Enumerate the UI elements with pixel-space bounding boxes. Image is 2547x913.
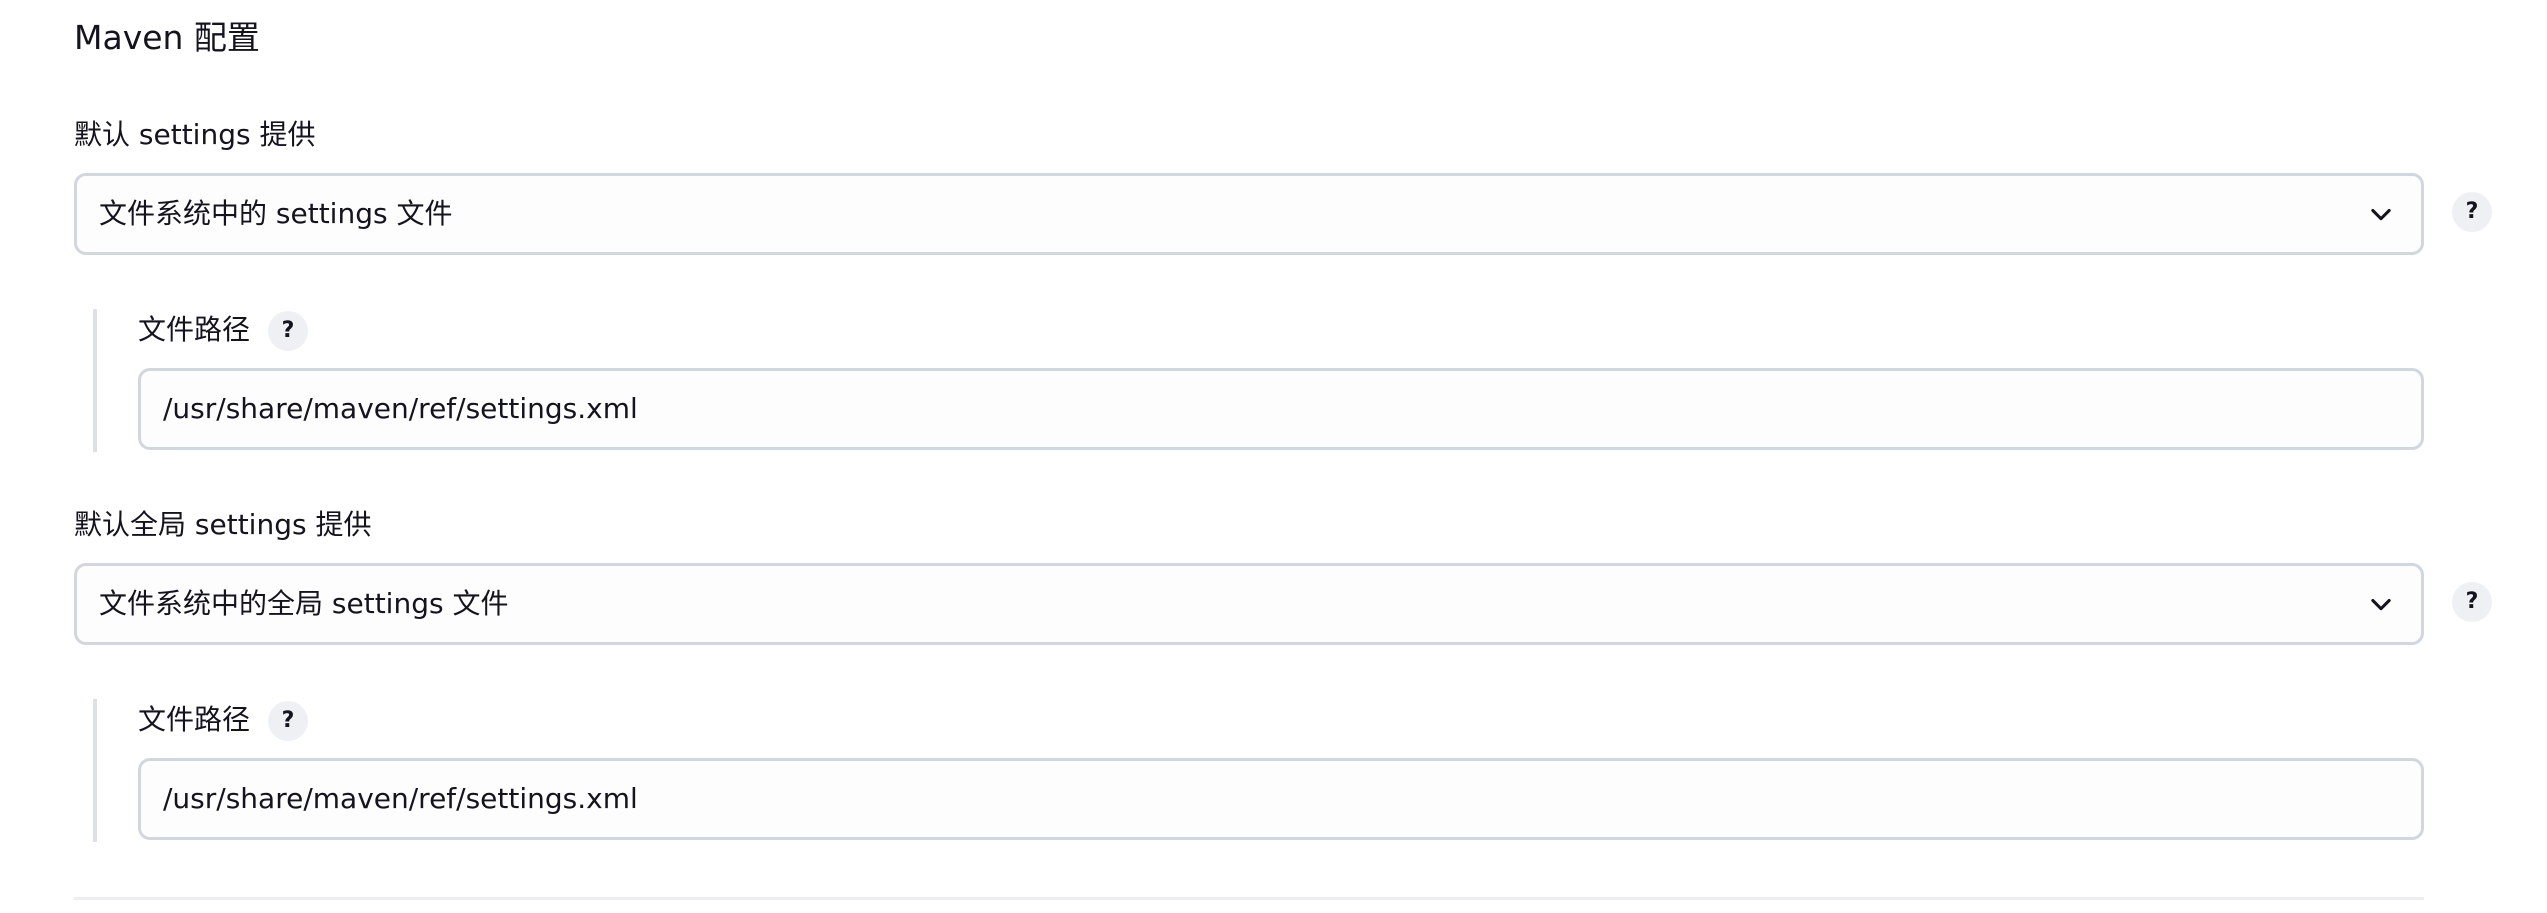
global-settings-select[interactable]: 文件系统中的全局 settings 文件 xyxy=(74,563,2424,645)
default-settings-help-icon[interactable]: ? xyxy=(2452,192,2492,232)
default-settings-select[interactable]: 文件系统中的 settings 文件 xyxy=(74,173,2424,255)
global-settings-file-path-help-icon[interactable]: ? xyxy=(268,701,308,741)
chevron-down-icon xyxy=(2371,598,2391,611)
global-settings-nested-rail xyxy=(93,699,97,842)
default-settings-selected-value: 文件系统中的 settings 文件 xyxy=(99,197,453,230)
default-settings-file-path-label: 文件路径 xyxy=(138,313,251,346)
default-settings-file-path-input[interactable]: /usr/share/maven/ref/settings.xml xyxy=(138,368,2424,450)
section-title: Maven 配置 xyxy=(74,18,260,57)
default-settings-nested-rail xyxy=(93,309,97,452)
global-settings-file-path-label: 文件路径 xyxy=(138,703,251,736)
global-settings-file-path-input[interactable]: /usr/share/maven/ref/settings.xml xyxy=(138,758,2424,840)
default-settings-label: 默认 settings 提供 xyxy=(74,118,316,151)
chevron-down-icon xyxy=(2371,208,2391,221)
global-settings-selected-value: 文件系统中的全局 settings 文件 xyxy=(99,587,509,620)
global-settings-label: 默认全局 settings 提供 xyxy=(74,508,372,541)
global-settings-help-icon[interactable]: ? xyxy=(2452,582,2492,622)
section-divider xyxy=(74,897,2424,900)
default-settings-file-path-help-icon[interactable]: ? xyxy=(268,311,308,351)
